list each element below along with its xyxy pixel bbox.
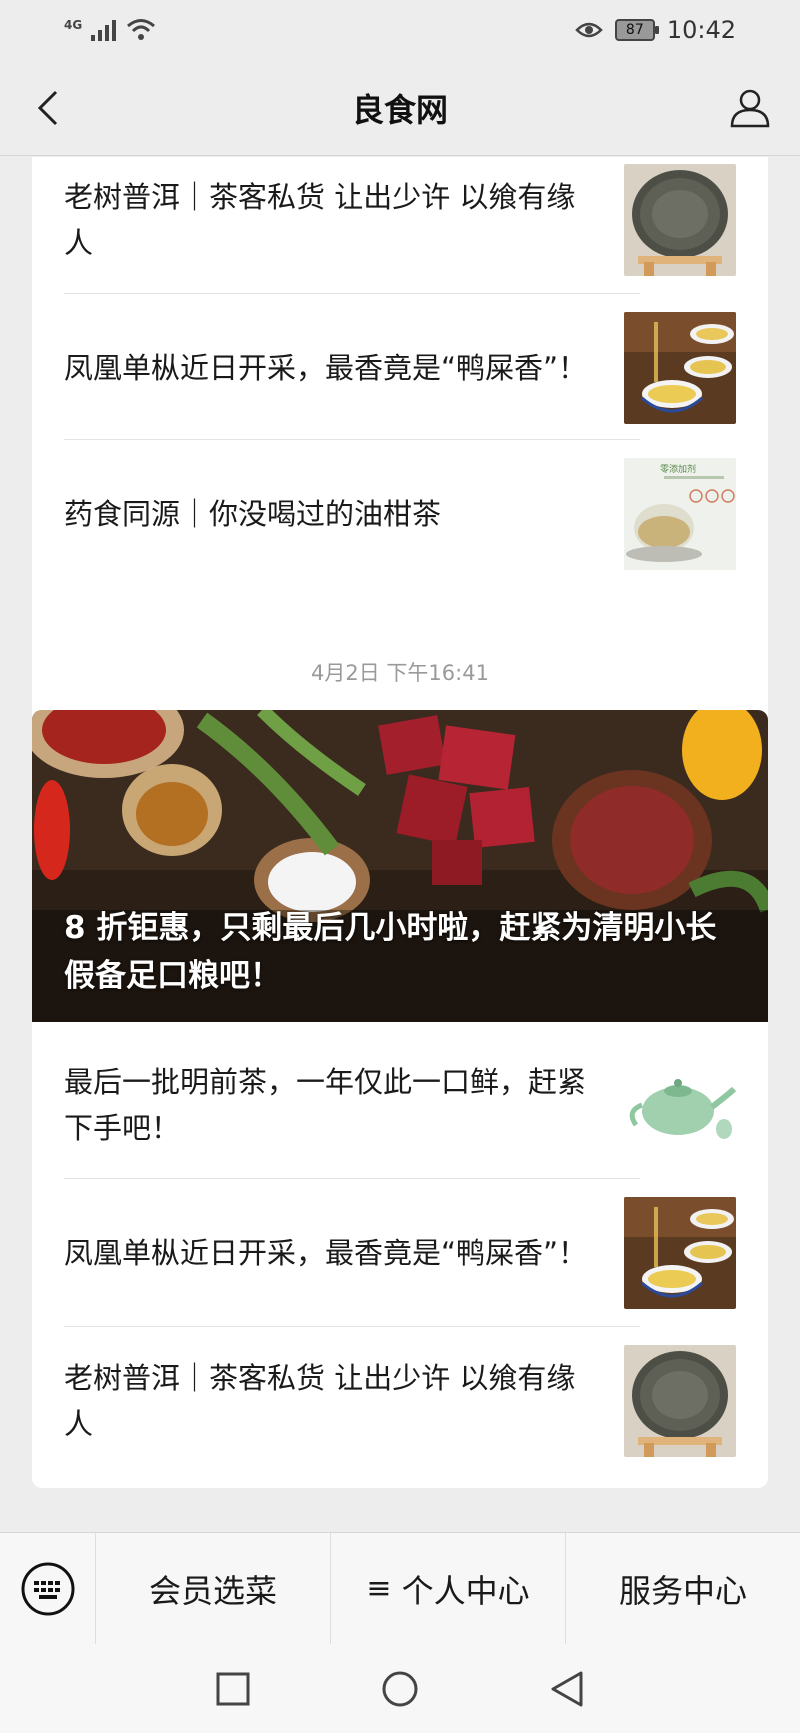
chevron-left-icon [37, 90, 58, 126]
wifi-icon [127, 19, 156, 40]
divider [64, 1326, 640, 1327]
tea-cups-icon [624, 311, 736, 424]
divider [64, 439, 640, 440]
bottom-menu: 会员选菜 ≡ 个人中心 服务中心 [0, 1532, 800, 1645]
status-bar: 4G 87 10:42 [0, 0, 800, 60]
article-item[interactable]: 老树普洱｜茶客私货 让出少许 以飨有缘人 [64, 157, 736, 292]
tea-cake-icon [624, 1344, 736, 1457]
article-card: 8 折钜惠，只剩最后几小时啦，赶紧为清明小长假备足口粮吧！ 最后一批明前茶，一年… [32, 710, 768, 1488]
menu-item-service-center[interactable]: 服务中心 [566, 1533, 800, 1645]
tea-cups-icon [624, 1196, 736, 1309]
teapot-icon [624, 1048, 736, 1161]
status-left: 4G [64, 18, 156, 42]
article-title: 老树普洱｜茶客私货 让出少许 以飨有缘人 [64, 179, 576, 260]
article-item[interactable]: 药食同源｜你没喝过的油柑茶 零添加剂 [64, 441, 736, 586]
back-button[interactable] [24, 84, 72, 132]
article-feed[interactable]: 老树普洱｜茶客私货 让出少许 以飨有缘人 凤凰单枞近日开采，最香竟是“鸭屎香”！ [0, 157, 800, 1532]
menu-label: 会员选菜 [148, 1571, 277, 1610]
menu-item-personal-center[interactable]: ≡ 个人中心 [331, 1532, 566, 1645]
divider [64, 1178, 640, 1179]
article-item[interactable]: 凤凰单枞近日开采，最香竟是“鸭屎香”！ [64, 1180, 736, 1325]
keyboard-icon [21, 1562, 74, 1615]
system-nav-bar [0, 1644, 800, 1733]
tea-cake-icon [624, 163, 736, 276]
thumb-caption: 零添加剂 [660, 463, 696, 475]
menu-item-member-dishes[interactable]: 会员选菜 [96, 1532, 331, 1645]
battery-indicator: 87 [614, 19, 659, 41]
article-title: 最后一批明前茶，一年仅此一口鲜，赶紧下手吧！ [64, 1064, 587, 1145]
page-title: 良食网 [351, 90, 448, 129]
hero-article[interactable]: 8 折钜惠，只剩最后几小时啦，赶紧为清明小长假备足口粮吧！ [32, 710, 768, 1022]
menu-label: 个人中心 [401, 1571, 530, 1610]
article-title: 凤凰单枞近日开采，最香竟是“鸭屎香”！ [64, 1235, 588, 1270]
nav-bar: 良食网 [0, 60, 800, 156]
back-nav-icon[interactable] [549, 1670, 585, 1708]
divider [64, 293, 640, 294]
hero-title: 8 折钜惠，只剩最后几小时啦，赶紧为清明小长假备足口粮吧！ [64, 910, 717, 994]
eye-icon [575, 22, 603, 38]
article-title: 凤凰单枞近日开采，最香竟是“鸭屎香”！ [64, 350, 588, 385]
keyboard-toggle-button[interactable] [0, 1532, 96, 1645]
user-icon [730, 89, 770, 128]
status-right: 87 10:42 [575, 16, 736, 44]
article-title: 老树普洱｜茶客私货 让出少许 以飨有缘人 [64, 1360, 576, 1441]
message-timestamp: 4月2日 下午16:41 [311, 661, 489, 685]
network-type: 4G [64, 18, 83, 32]
clock: 10:42 [666, 16, 736, 44]
article-item[interactable]: 最后一批明前茶，一年仅此一口鲜，赶紧下手吧！ [64, 1032, 736, 1177]
glass-teapot-icon: 零添加剂 [624, 457, 736, 570]
menu-label: 服务中心 [618, 1571, 747, 1610]
signal-icon [91, 20, 117, 41]
article-item[interactable]: 老树普洱｜茶客私货 让出少许 以飨有缘人 [64, 1328, 736, 1473]
article-title: 药食同源｜你没喝过的油柑茶 [64, 496, 442, 531]
profile-button[interactable] [724, 84, 776, 132]
submenu-icon: ≡ [366, 1571, 392, 1606]
article-item[interactable]: 凤凰单枞近日开采，最香竟是“鸭屎香”！ [64, 295, 736, 440]
recent-apps-icon[interactable] [215, 1671, 251, 1707]
home-icon[interactable] [381, 1670, 419, 1708]
